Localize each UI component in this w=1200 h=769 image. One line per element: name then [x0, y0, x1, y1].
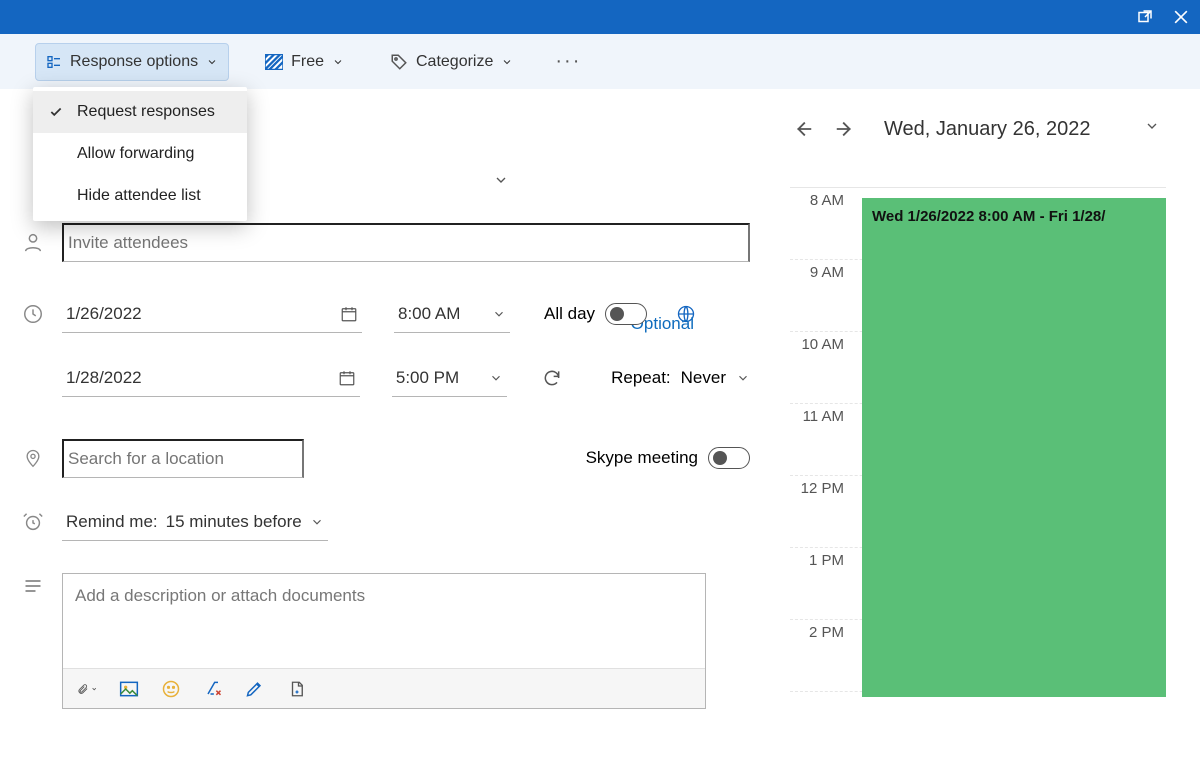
menu-item-label: Hide attendee list — [77, 187, 201, 205]
next-day-button[interactable] — [834, 118, 856, 140]
signature-icon[interactable] — [245, 679, 265, 699]
emoji-icon[interactable] — [161, 679, 181, 699]
all-day-toggle[interactable] — [605, 303, 647, 325]
check-icon — [47, 105, 65, 119]
hour-label: 8 AM — [790, 188, 852, 209]
categorize-button[interactable]: Categorize — [380, 43, 523, 81]
popout-icon[interactable] — [1134, 6, 1156, 28]
menu-item-label: Request responses — [77, 103, 215, 121]
calendar-pane: Wed, January 26, 2022 8 AM 9 AM 10 AM 11… — [780, 89, 1200, 769]
description-toolbar — [63, 668, 705, 708]
skype-toggle[interactable] — [708, 447, 750, 469]
location-row: Skype meeting — [22, 431, 750, 485]
free-status-icon — [265, 54, 283, 70]
chevron-down-icon — [310, 515, 324, 529]
all-day-group: All day — [544, 303, 647, 325]
repeat-field[interactable]: Repeat: Never — [611, 368, 750, 388]
menu-request-responses[interactable]: Request responses — [33, 91, 247, 133]
alarm-icon — [22, 511, 44, 533]
refresh-icon[interactable] — [541, 367, 563, 389]
chevron-down-icon — [736, 371, 750, 385]
remind-prefix: Remind me: — [66, 512, 158, 532]
reminder-field[interactable]: Remind me: 15 minutes before — [62, 504, 328, 541]
show-as-label: Free — [291, 53, 324, 71]
description-icon — [22, 575, 44, 597]
template-icon[interactable] — [287, 679, 307, 699]
location-icon — [22, 447, 44, 469]
titlebar — [0, 0, 1200, 34]
chevron-down-icon — [492, 307, 506, 321]
calendar-date-label: Wed, January 26, 2022 — [876, 118, 1124, 141]
all-day-label: All day — [544, 304, 595, 324]
start-date-value: 1/26/2022 — [66, 304, 142, 324]
description-box: Add a description or attach documents — [62, 573, 706, 709]
calendar-icon — [340, 305, 358, 323]
chevron-down-icon — [501, 56, 513, 68]
calendar-view-dropdown[interactable] — [1144, 118, 1166, 140]
start-time-value: 8:00 AM — [398, 304, 460, 324]
hour-label: 10 AM — [790, 332, 852, 353]
remind-value: 15 minutes before — [166, 512, 302, 532]
hour-label: 9 AM — [790, 260, 852, 281]
response-options-icon — [46, 54, 62, 70]
end-date-field[interactable]: 1/28/2022 — [62, 360, 360, 397]
chevron-down-icon — [206, 56, 218, 68]
repeat-label: Repeat: — [611, 368, 671, 388]
close-icon[interactable] — [1170, 6, 1192, 28]
response-options-menu: Request responses Allow forwarding Hide … — [33, 87, 247, 221]
start-date-field[interactable]: 1/26/2022 — [62, 296, 362, 333]
attendees-input[interactable] — [62, 223, 750, 262]
hour-label: 11 AM — [790, 404, 852, 425]
title-dropdown[interactable] — [488, 153, 514, 207]
calendar-icon — [338, 369, 356, 387]
show-as-button[interactable]: Free — [255, 43, 354, 81]
clear-format-icon[interactable] — [203, 679, 223, 699]
description-input[interactable]: Add a description or attach documents — [63, 574, 705, 668]
calendar-event[interactable]: Wed 1/26/2022 8:00 AM - Fri 1/28/ — [862, 198, 1166, 697]
chevron-down-icon — [489, 371, 503, 385]
chevron-down-icon — [1144, 118, 1160, 134]
calendar-body: 8 AM 9 AM 10 AM 11 AM 12 PM 1 PM 2 PM We… — [790, 187, 1166, 697]
end-datetime-row: 1/28/2022 5:00 PM Repeat: Never — [22, 351, 750, 405]
attach-icon[interactable] — [77, 679, 97, 699]
person-icon — [22, 231, 44, 253]
skype-label: Skype meeting — [586, 448, 698, 468]
skype-group: Skype meeting — [586, 447, 750, 469]
prev-day-button[interactable] — [792, 118, 814, 140]
calendar-header: Wed, January 26, 2022 — [790, 107, 1166, 151]
start-time-field[interactable]: 8:00 AM — [394, 296, 510, 333]
chevron-down-icon — [493, 172, 509, 188]
clock-icon — [22, 303, 44, 325]
reminder-row: Remind me: 15 minutes before — [22, 495, 750, 549]
end-date-value: 1/28/2022 — [66, 368, 142, 388]
tag-icon — [390, 53, 408, 71]
event-title: Wed 1/26/2022 8:00 AM - Fri 1/28/ — [872, 208, 1105, 225]
attendees-row — [22, 215, 750, 269]
more-options-button[interactable]: ··· — [549, 50, 587, 73]
menu-allow-forwarding[interactable]: Allow forwarding — [33, 133, 247, 175]
categorize-label: Categorize — [416, 53, 493, 71]
toolbar: Response options Free Categorize ··· Req… — [0, 34, 1200, 89]
hour-label: 12 PM — [790, 476, 852, 497]
hour-label: 2 PM — [790, 620, 852, 641]
repeat-value: Never — [681, 368, 726, 388]
chevron-down-icon — [332, 56, 344, 68]
response-options-button[interactable]: Response options — [35, 43, 229, 81]
hour-label: 1 PM — [790, 548, 852, 569]
end-time-field[interactable]: 5:00 PM — [392, 360, 507, 397]
picture-icon[interactable] — [119, 679, 139, 699]
location-input[interactable] — [62, 439, 304, 478]
end-time-value: 5:00 PM — [396, 368, 459, 388]
menu-item-label: Allow forwarding — [77, 145, 194, 163]
menu-hide-attendee-list[interactable]: Hide attendee list — [33, 175, 247, 217]
response-options-label: Response options — [70, 53, 198, 71]
